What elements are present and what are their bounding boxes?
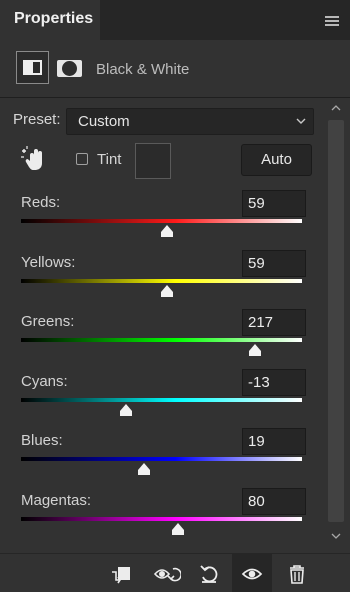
panel-menu-icon[interactable] (325, 16, 339, 27)
slider-label: Cyans: (21, 372, 68, 390)
slider-track[interactable] (21, 457, 302, 461)
slider-label: Blues: (21, 432, 63, 449)
panel-title: Properties (14, 10, 94, 27)
slider-thumb[interactable] (137, 463, 151, 475)
preset-value: Custom (78, 113, 130, 130)
slider-value-input[interactable]: -13 (242, 368, 306, 396)
slider-value-input[interactable]: 19 (242, 428, 306, 455)
tab-properties[interactable]: Properties (0, 0, 100, 40)
slider-thumb[interactable] (171, 522, 185, 535)
slider-track[interactable] (21, 516, 302, 521)
chevron-down-icon (296, 118, 306, 124)
slider-value-input[interactable]: 59 (242, 249, 306, 277)
reset-icon[interactable] (198, 563, 220, 585)
header-divider (0, 97, 350, 98)
slider-thumb[interactable] (160, 284, 174, 297)
black-white-adjustment-icon[interactable] (16, 51, 49, 84)
slider-track[interactable] (21, 278, 302, 283)
slider-label: Reds: (21, 194, 61, 211)
scroll-up-icon[interactable] (330, 104, 342, 112)
slider-track[interactable] (21, 338, 302, 342)
clip-to-layer-icon[interactable] (109, 563, 131, 585)
preset-label: Preset: (13, 111, 61, 128)
delete-icon[interactable] (286, 563, 308, 585)
scrollbar-thumb[interactable] (328, 120, 344, 522)
slider-label: Magentas: (21, 491, 92, 509)
tint-label: Tint (97, 151, 122, 168)
slider-track[interactable] (21, 397, 302, 402)
slider-value-input[interactable]: 80 (242, 487, 306, 515)
slider-thumb[interactable] (248, 344, 262, 356)
preset-dropdown[interactable]: Custom (66, 108, 314, 135)
slider-label: Greens: (21, 313, 75, 330)
panel-tabbar: Properties (0, 0, 350, 40)
adjustment-name: Black & White (96, 61, 190, 78)
slider-value-input[interactable]: 217 (242, 309, 306, 336)
slider-thumb[interactable] (119, 403, 133, 416)
toggle-visibility-icon[interactable] (241, 563, 263, 585)
tint-color-swatch[interactable] (135, 143, 171, 179)
tint-checkbox[interactable] (76, 153, 88, 165)
layer-mask-icon[interactable] (57, 60, 82, 77)
slider-value-input[interactable]: 59 (242, 190, 306, 217)
slider-track[interactable] (21, 219, 302, 223)
slider-thumb[interactable] (160, 225, 174, 237)
auto-button[interactable]: Auto (241, 144, 312, 176)
view-previous-state-icon[interactable] (153, 563, 181, 585)
slider-label: Yellows: (21, 253, 76, 271)
panel-footer (0, 553, 350, 592)
scroll-down-icon[interactable] (330, 532, 342, 540)
targeted-adjustment-hand-icon[interactable] (20, 145, 46, 173)
panel-scrollbar[interactable] (326, 98, 346, 554)
